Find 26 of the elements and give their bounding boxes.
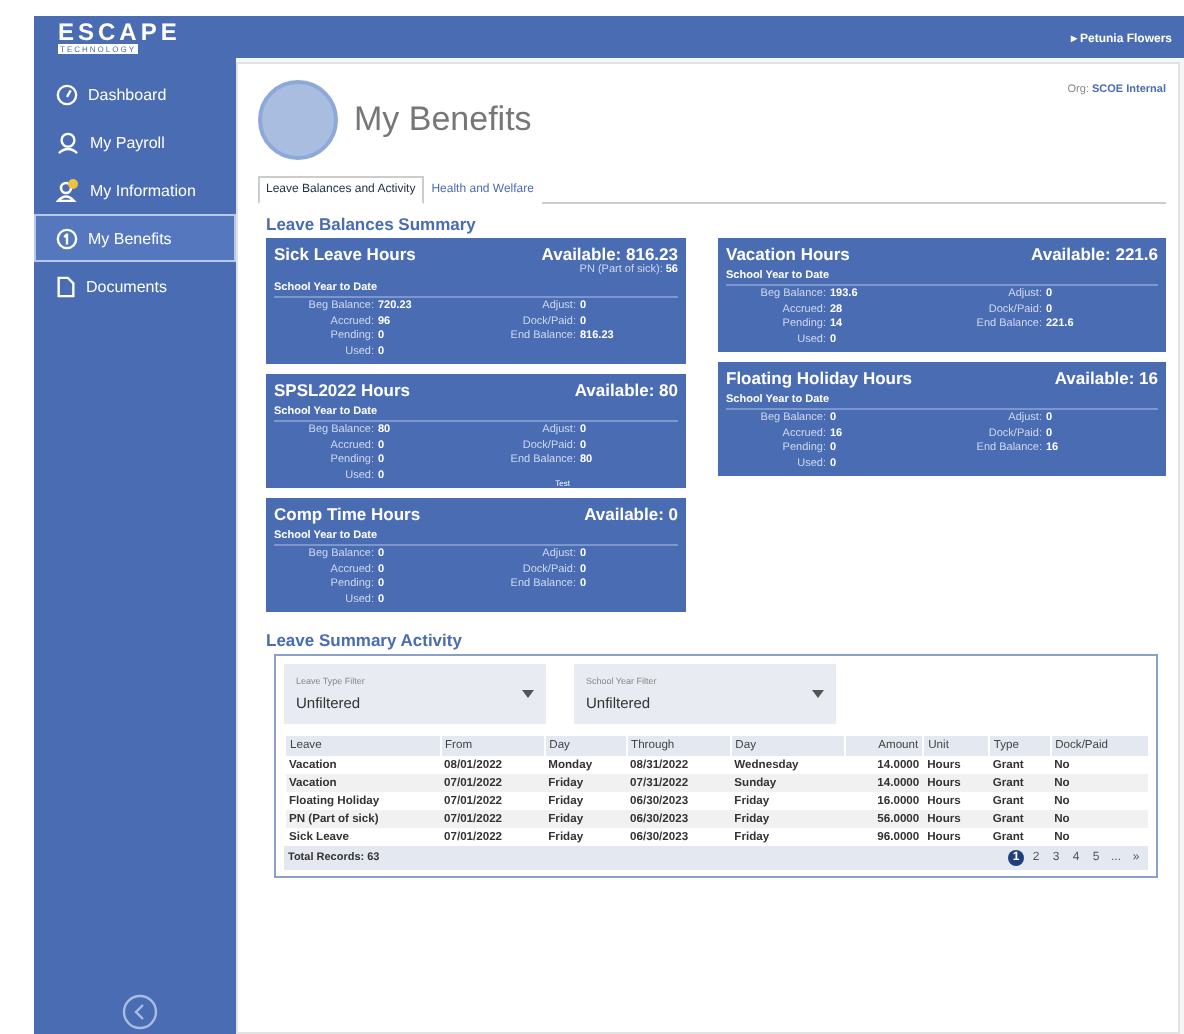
card-title: Vacation Hours — [726, 244, 850, 264]
caret-icon — [812, 690, 824, 698]
card-title: Comp Time Hours — [274, 504, 421, 524]
sidebar-item[interactable]: My Information — [34, 166, 236, 214]
card-title: Sick Leave Hours — [274, 244, 416, 264]
sidebar-item[interactable]: Documents — [34, 262, 236, 310]
available-hours: Available: 0 — [584, 504, 678, 524]
section-title: Leave Summary Activity — [266, 630, 464, 650]
page-title: My Benefits — [354, 100, 534, 140]
available-hours: Available: 816.23 — [541, 244, 678, 264]
benefits-icon — [56, 227, 78, 249]
sidebar-item[interactable]: Dashboard — [34, 70, 236, 118]
avatar — [258, 80, 338, 160]
sidebar-item[interactable]: My Benefits — [34, 214, 236, 262]
card-title: Floating Holiday Hours — [726, 368, 913, 388]
sidebar-item[interactable]: My Payroll — [34, 118, 236, 166]
available-hours: Available: 221.6 — [1031, 244, 1158, 264]
available-hours: Available: 80 — [574, 380, 678, 400]
gauge-icon — [56, 83, 78, 105]
document-icon — [56, 275, 76, 297]
person-badge-icon — [56, 178, 80, 202]
caret-icon — [522, 690, 534, 698]
collapse-icon[interactable] — [122, 994, 158, 1030]
card-title: SPSL2022 Hours — [274, 380, 411, 400]
section-title: Leave Balances Summary — [266, 214, 478, 234]
available-hours: Available: 16 — [1054, 368, 1158, 388]
